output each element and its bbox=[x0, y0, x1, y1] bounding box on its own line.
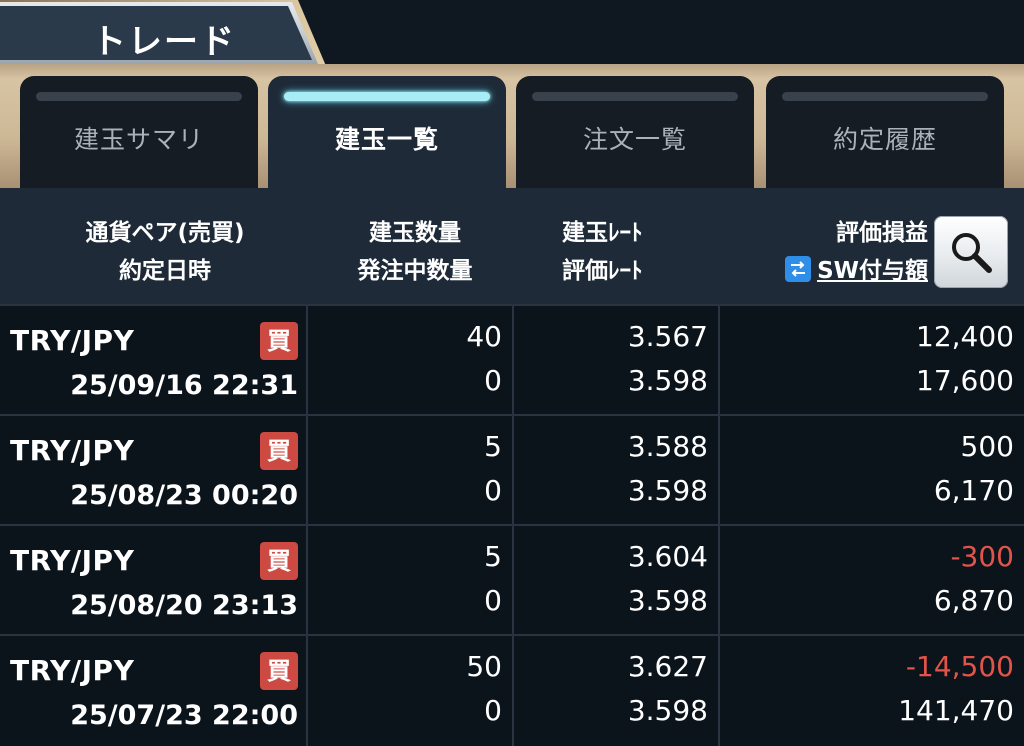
swap-value: 17,600 bbox=[916, 364, 1014, 397]
page-title: トレード bbox=[92, 22, 236, 62]
position-quantity: 5 bbox=[484, 540, 502, 573]
table-row[interactable]: TRY/JPY 買 25/08/23 00:20 5 0 3.588 3.598… bbox=[0, 414, 1024, 526]
pair-cell: TRY/JPY 買 25/07/23 22:00 bbox=[0, 636, 306, 746]
sw-amount-link[interactable]: SW付与額 bbox=[817, 258, 928, 284]
position-quantity: 5 bbox=[484, 430, 502, 463]
column-pair[interactable]: 通貨ペア(売買) 約定日時 bbox=[40, 214, 290, 290]
sw-toggle[interactable]: SW付与額 bbox=[700, 252, 928, 290]
currency-pair: TRY/JPY bbox=[10, 654, 135, 687]
tab-position-list[interactable]: 建玉一覧 bbox=[268, 76, 506, 188]
column-datetime-label: 約定日時 bbox=[119, 258, 211, 284]
column-header: 通貨ペア(売買) 約定日時 建玉数量 発注中数量 建玉ﾚｰﾄ 評価ﾚｰﾄ 評価損… bbox=[0, 188, 1024, 304]
tab-indicator-active bbox=[284, 92, 490, 101]
buy-badge: 買 bbox=[260, 322, 298, 360]
pnl-value: -300 bbox=[950, 540, 1014, 573]
open-rate: 3.627 bbox=[627, 650, 708, 683]
pnl-cell: -14,500 141,470 bbox=[720, 636, 1024, 746]
currency-pair: TRY/JPY bbox=[10, 434, 135, 467]
execution-datetime: 25/08/20 23:13 bbox=[70, 590, 298, 621]
magnifier-icon bbox=[952, 233, 992, 273]
tab-label: 注文一覧 bbox=[582, 125, 687, 154]
open-rate: 3.567 bbox=[627, 320, 708, 353]
open-rate: 3.588 bbox=[627, 430, 708, 463]
column-rate[interactable]: 建玉ﾚｰﾄ 評価ﾚｰﾄ bbox=[562, 214, 712, 290]
quantity-cell: 5 0 bbox=[308, 416, 512, 526]
quantity-cell: 5 0 bbox=[308, 526, 512, 636]
pending-quantity: 0 bbox=[484, 584, 502, 617]
search-button[interactable] bbox=[934, 216, 1008, 288]
tab-label: 建玉一覧 bbox=[334, 125, 439, 154]
quantity-cell: 50 0 bbox=[308, 636, 512, 746]
swap-arrows-icon[interactable] bbox=[785, 256, 812, 282]
title-tab: トレード bbox=[0, 0, 330, 66]
pnl-cell: 12,400 17,600 bbox=[720, 306, 1024, 416]
tab-label: 建玉サマリ bbox=[73, 125, 204, 154]
pnl-cell: 500 6,170 bbox=[720, 416, 1024, 526]
pending-quantity: 0 bbox=[484, 694, 502, 727]
position-quantity: 40 bbox=[466, 320, 502, 353]
column-quantity[interactable]: 建玉数量 発注中数量 bbox=[320, 214, 510, 290]
column-open-rate-label: 建玉ﾚｰﾄ bbox=[562, 220, 643, 246]
open-rate: 3.604 bbox=[627, 540, 708, 573]
rate-cell: 3.627 3.598 bbox=[514, 636, 718, 746]
tab-order-list[interactable]: 注文一覧 bbox=[516, 76, 754, 188]
currency-pair: TRY/JPY bbox=[10, 544, 135, 577]
buy-badge: 買 bbox=[260, 542, 298, 580]
tab-indicator bbox=[532, 92, 738, 101]
eval-rate: 3.598 bbox=[627, 364, 708, 397]
position-quantity: 50 bbox=[466, 650, 502, 683]
buy-badge: 買 bbox=[260, 432, 298, 470]
eval-rate: 3.598 bbox=[627, 584, 708, 617]
buy-badge: 買 bbox=[260, 652, 298, 690]
pnl-value: 12,400 bbox=[916, 320, 1014, 353]
column-pnl[interactable]: 評価損益 SW付与額 bbox=[700, 214, 928, 290]
swap-value: 6,870 bbox=[933, 584, 1014, 617]
tab-execution-history[interactable]: 約定履歴 bbox=[766, 76, 1004, 188]
rate-cell: 3.567 3.598 bbox=[514, 306, 718, 416]
table-row[interactable]: TRY/JPY 買 25/09/16 22:31 40 0 3.567 3.59… bbox=[0, 304, 1024, 416]
app-header: トレード bbox=[0, 0, 1024, 66]
pair-cell: TRY/JPY 買 25/08/23 00:20 bbox=[0, 416, 306, 526]
column-pnl-label: 評価損益 bbox=[836, 220, 928, 246]
quantity-cell: 40 0 bbox=[308, 306, 512, 416]
execution-datetime: 25/08/23 00:20 bbox=[70, 480, 298, 511]
pnl-value: 500 bbox=[960, 430, 1014, 463]
swap-value: 141,470 bbox=[898, 694, 1014, 727]
eval-rate: 3.598 bbox=[627, 694, 708, 727]
rate-cell: 3.604 3.598 bbox=[514, 526, 718, 636]
pnl-value: -14,500 bbox=[905, 650, 1014, 683]
table-row[interactable]: TRY/JPY 買 25/07/23 22:00 50 0 3.627 3.59… bbox=[0, 634, 1024, 746]
pending-quantity: 0 bbox=[484, 474, 502, 507]
rate-cell: 3.588 3.598 bbox=[514, 416, 718, 526]
column-quantity-label: 建玉数量 bbox=[369, 220, 461, 246]
column-pair-label: 通貨ペア(売買) bbox=[85, 220, 245, 246]
pending-quantity: 0 bbox=[484, 364, 502, 397]
eval-rate: 3.598 bbox=[627, 474, 708, 507]
table-row[interactable]: TRY/JPY 買 25/08/20 23:13 5 0 3.604 3.598… bbox=[0, 524, 1024, 636]
pair-cell: TRY/JPY 買 25/09/16 22:31 bbox=[0, 306, 306, 416]
tab-indicator bbox=[36, 92, 242, 101]
column-pending-label: 発注中数量 bbox=[357, 258, 473, 284]
execution-datetime: 25/07/23 22:00 bbox=[70, 700, 298, 731]
tab-label: 約定履歴 bbox=[832, 125, 937, 154]
execution-datetime: 25/09/16 22:31 bbox=[70, 370, 298, 401]
column-eval-rate-label: 評価ﾚｰﾄ bbox=[562, 258, 643, 284]
pnl-cell: -300 6,870 bbox=[720, 526, 1024, 636]
currency-pair: TRY/JPY bbox=[10, 324, 135, 357]
pair-cell: TRY/JPY 買 25/08/20 23:13 bbox=[0, 526, 306, 636]
tab-indicator bbox=[782, 92, 988, 101]
swap-value: 6,170 bbox=[933, 474, 1014, 507]
tab-position-summary[interactable]: 建玉サマリ bbox=[20, 76, 258, 188]
